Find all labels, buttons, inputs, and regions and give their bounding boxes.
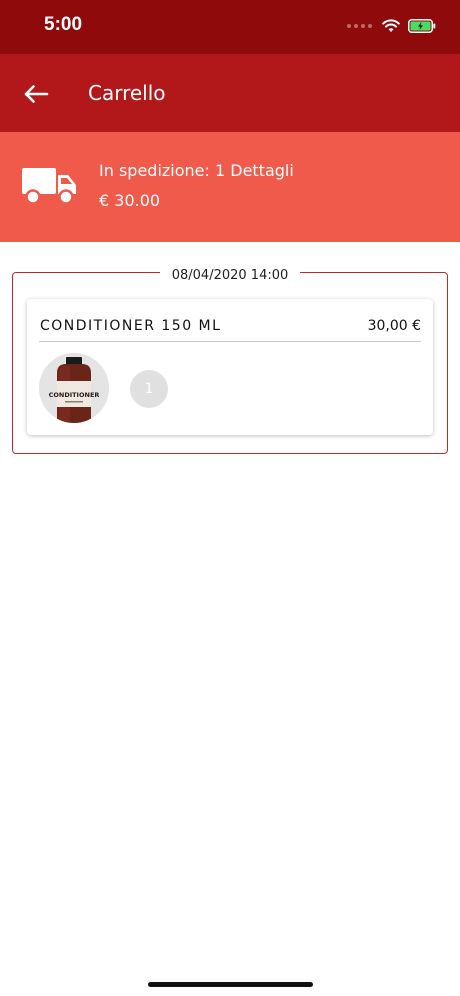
product-card[interactable]: CONDITIONER 150 ML 30,00 € CONDITIONER 1: [27, 299, 433, 435]
order-date: 08/04/2020 14:00: [159, 268, 301, 283]
product-name: CONDITIONER 150 ML: [40, 318, 222, 334]
quantity-value: 1: [144, 381, 154, 397]
product-label-text: CONDITIONER: [49, 391, 100, 399]
divider: [39, 341, 421, 342]
order-group: 08/04/2020 14:00 CONDITIONER 150 ML 30,0…: [12, 268, 448, 454]
status-icons: [347, 17, 436, 35]
quantity-badge[interactable]: 1: [130, 370, 168, 408]
conditioner-bottle-image: CONDITIONER: [39, 353, 109, 423]
cellular-signal-icon: [347, 24, 372, 28]
product-image: CONDITIONER: [39, 353, 109, 423]
truck-icon: [22, 168, 76, 205]
status-bar: 5:00: [0, 0, 460, 54]
shipping-total: € 30.00: [99, 191, 161, 210]
battery-charging-icon: [408, 19, 436, 33]
shipping-summary[interactable]: In spedizione: 1 Dettagli € 30.00: [0, 132, 460, 242]
product-price: 30,00 €: [367, 318, 421, 334]
wifi-icon: [382, 19, 400, 32]
app-bar: Carrello: [0, 54, 460, 132]
back-arrow-icon: [24, 85, 49, 103]
back-button[interactable]: [18, 76, 54, 112]
home-indicator: [148, 982, 313, 987]
shipping-details-link[interactable]: In spedizione: 1 Dettagli: [99, 161, 294, 180]
page-title: Carrello: [88, 81, 166, 105]
status-time: 5:00: [44, 14, 83, 35]
order-date-label: 08/04/2020 14:00: [13, 264, 447, 283]
